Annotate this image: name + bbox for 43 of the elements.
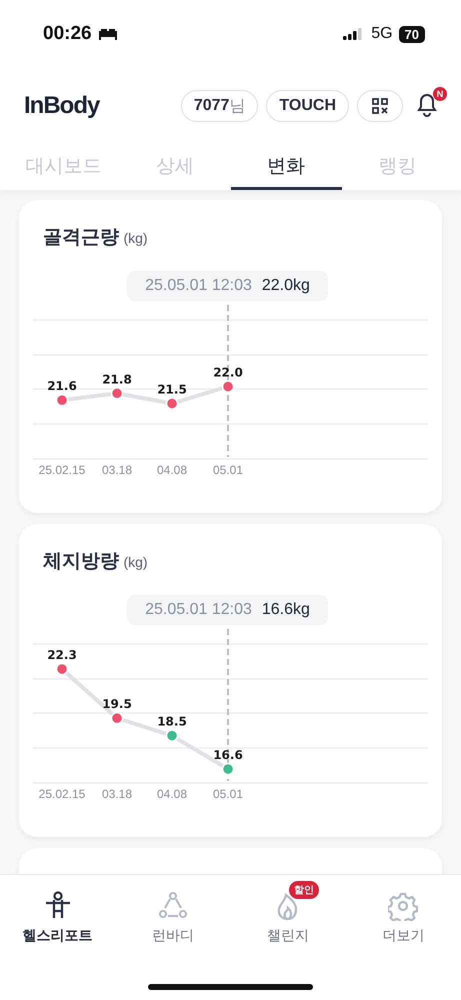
qr-button[interactable] [357, 90, 403, 122]
tab[interactable]: 변화 [230, 144, 342, 190]
signal-icon [343, 28, 364, 40]
nav-item[interactable]: 헬스리포트 [0, 879, 116, 945]
axis-label: 04.08 [156, 787, 188, 801]
card-title: 체지방량 [43, 551, 119, 572]
data-label: 16.6 [213, 748, 243, 762]
data-label: 22.0 [213, 366, 243, 380]
unit-label: (kg) [123, 554, 148, 570]
axis-label: 05.01 [212, 463, 244, 477]
user-button[interactable]: 7077님 [180, 90, 258, 122]
nav-item[interactable]: 할인 챌린지 [230, 879, 346, 945]
data-label: 19.5 [102, 697, 132, 712]
network-label: 5G [371, 25, 393, 43]
axis-label: 03.18 [102, 463, 132, 477]
settings-icon [388, 891, 418, 921]
axis-label: 25.02.15 [38, 787, 86, 801]
data-label: 22.3 [47, 648, 77, 662]
bed-icon [98, 28, 118, 40]
tooltip-date: 25.05.01 12:03 [145, 601, 252, 619]
card-title: 골격근량 [43, 227, 119, 248]
data-label: 21.8 [102, 372, 132, 386]
axis-label: 03.18 [102, 787, 132, 801]
tooltip-date: 25.05.01 12:03 [145, 277, 252, 295]
notification-badge: N [433, 86, 447, 100]
unit-label: (kg) [123, 230, 148, 246]
axis-label: 25.02.15 [38, 463, 86, 477]
nodes-icon [158, 891, 188, 921]
axis-label: 05.01 [212, 787, 244, 801]
touch-button[interactable]: TOUCH [266, 90, 349, 122]
tooltip-value: 16.6kg [262, 601, 310, 619]
tooltip-value: 22.0kg [262, 277, 310, 295]
data-label: 18.5 [157, 714, 187, 729]
nav-item[interactable]: 런바디 [115, 879, 230, 945]
battery-indicator: 70 [398, 26, 425, 42]
qr-code-icon [372, 98, 388, 114]
clock-time: 00:26 [43, 23, 92, 45]
logo: InBody [24, 92, 100, 120]
data-label: 21.5 [157, 382, 187, 396]
discount-badge: 할인 [289, 881, 320, 899]
nav-item[interactable]: 더보기 [346, 879, 461, 945]
data-label: 21.6 [47, 379, 77, 394]
axis-label: 04.08 [156, 463, 188, 477]
